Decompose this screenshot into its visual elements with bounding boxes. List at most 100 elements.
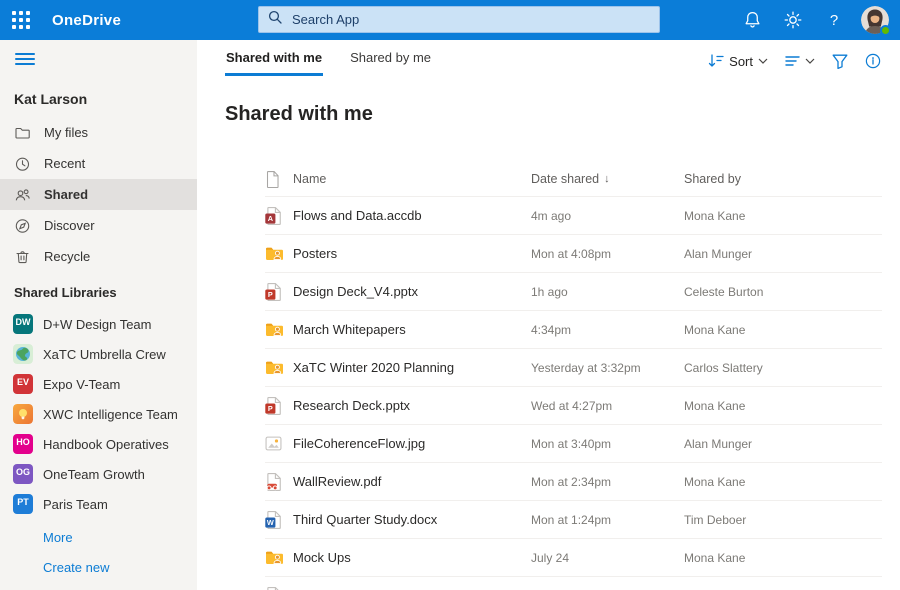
table-row[interactable]: Mock Ups July 24 Mona Kane bbox=[265, 538, 882, 576]
compass-icon bbox=[14, 218, 31, 234]
date-shared: July 24 bbox=[531, 551, 684, 565]
search-input[interactable] bbox=[290, 11, 650, 28]
library-badge: PT bbox=[13, 494, 33, 514]
library-item[interactable]: OG OneTeam Growth bbox=[0, 459, 197, 489]
table-row[interactable]: P Design Deck_V4.pptx 1h ago Celeste Bur… bbox=[265, 272, 882, 310]
date-shared: 1h ago bbox=[531, 285, 684, 299]
page-title: Shared with me bbox=[225, 103, 900, 126]
file-name: Mock Ups bbox=[293, 550, 531, 565]
library-item[interactable]: XaTC Umbrella Crew bbox=[0, 339, 197, 369]
column-date-shared[interactable]: Date shared ↓ bbox=[531, 172, 684, 186]
library-item[interactable]: DW D+W Design Team bbox=[0, 309, 197, 339]
filter-button[interactable] bbox=[827, 50, 853, 72]
bell-icon bbox=[744, 11, 761, 29]
shared-libraries-list: DW D+W Design Team XaTC Umbrella Crew EV… bbox=[0, 309, 197, 519]
table-row[interactable]: XaTC Winter 2020 Planning Yesterday at 3… bbox=[265, 348, 882, 386]
table-body: A Flows and Data.accdb 4m ago Mona Kane … bbox=[265, 196, 882, 590]
doc-icon[interactable] bbox=[265, 171, 293, 188]
date-shared: Yesterday at 3:32pm bbox=[531, 361, 684, 375]
sidebar-item[interactable]: Recent bbox=[0, 148, 197, 179]
library-badge: EV bbox=[13, 374, 33, 394]
shared-by: Mona Kane bbox=[684, 209, 882, 223]
file-name: Flows and Data.accdb bbox=[293, 208, 531, 223]
file-name: Posters bbox=[293, 246, 531, 261]
more-link[interactable]: More bbox=[0, 522, 197, 552]
library-label: D+W Design Team bbox=[43, 317, 152, 332]
svg-text:A: A bbox=[268, 214, 274, 223]
table-row[interactable]: WallReview.pdf Mon at 2:34pm Mona Kane bbox=[265, 462, 882, 500]
tab[interactable]: Shared with me bbox=[225, 50, 323, 76]
sidebar-item-label: Discover bbox=[44, 218, 95, 233]
library-item[interactable]: EV Expo V-Team bbox=[0, 369, 197, 399]
create-new-link[interactable]: Create new bbox=[0, 552, 197, 582]
sidebar-item[interactable]: Recycle bbox=[0, 241, 197, 272]
sort-button[interactable]: Sort bbox=[703, 50, 773, 72]
top-bar: OneDrive ? bbox=[0, 0, 900, 40]
library-badge: OG bbox=[13, 464, 33, 484]
notifications-button[interactable] bbox=[736, 4, 768, 36]
library-badge bbox=[13, 404, 33, 424]
presence-badge bbox=[880, 25, 891, 36]
file-name: XaTC Winter 2020 Planning bbox=[293, 360, 531, 375]
shared-by: Carlos Slattery bbox=[684, 361, 882, 375]
sidebar-item[interactable]: Discover bbox=[0, 210, 197, 241]
table-row[interactable]: March Whitepapers 4:34pm Mona Kane bbox=[265, 310, 882, 348]
sidebar-item[interactable]: My files bbox=[0, 117, 197, 148]
app-launcher-button[interactable] bbox=[3, 0, 39, 40]
table-row[interactable]: P Research Deck.pptx Wed at 4:27pm Mona … bbox=[265, 386, 882, 424]
settings-button[interactable] bbox=[777, 4, 809, 36]
help-icon: ? bbox=[830, 12, 838, 29]
sidebar-item[interactable]: Shared bbox=[0, 179, 197, 210]
pptx-icon: P bbox=[265, 397, 293, 415]
globe-icon bbox=[13, 344, 33, 364]
shared-by: Mona Kane bbox=[684, 551, 882, 565]
column-shared-by[interactable]: Shared by bbox=[684, 172, 882, 186]
sidebar-item-label: Recent bbox=[44, 156, 85, 171]
library-badge: HO bbox=[13, 434, 33, 454]
account-avatar[interactable] bbox=[861, 6, 889, 34]
library-item[interactable]: HO Handbook Operatives bbox=[0, 429, 197, 459]
table-row[interactable]: FileCoherenceFlow.jpg Mon at 3:40pm Alan… bbox=[265, 424, 882, 462]
library-label: Paris Team bbox=[43, 497, 108, 512]
library-label: XaTC Umbrella Crew bbox=[43, 347, 166, 362]
gear-icon bbox=[784, 11, 802, 29]
date-shared: Mon at 4:08pm bbox=[531, 247, 684, 261]
info-button[interactable] bbox=[860, 50, 886, 72]
table-row[interactable]: A Flows and Data.accdb 4m ago Mona Kane bbox=[265, 196, 882, 234]
chevron-down-icon bbox=[758, 58, 768, 64]
filter-icon bbox=[832, 54, 848, 69]
hamburger-icon bbox=[15, 53, 35, 55]
people-icon bbox=[14, 187, 31, 203]
view-options-button[interactable] bbox=[780, 50, 820, 72]
tab[interactable]: Shared by me bbox=[349, 50, 432, 76]
image-icon bbox=[265, 436, 293, 451]
table-row[interactable]: Posters Mon at 4:08pm Alan Munger bbox=[265, 234, 882, 272]
library-item[interactable]: XWC Intelligence Team bbox=[0, 399, 197, 429]
svg-text:P: P bbox=[268, 404, 273, 413]
shared-by: Tim Deboer bbox=[684, 513, 882, 527]
date-shared: 4m ago bbox=[531, 209, 684, 223]
folder-icon bbox=[265, 322, 293, 337]
sidebar-item-label: My files bbox=[44, 125, 88, 140]
help-button[interactable]: ? bbox=[818, 4, 850, 36]
search-box[interactable] bbox=[258, 6, 660, 33]
shared-by: Alan Munger bbox=[684, 247, 882, 261]
table-row[interactable]: UeoD Transition Animation.mov July 23 Ce… bbox=[265, 576, 882, 590]
library-badge bbox=[13, 344, 33, 364]
date-shared: Mon at 3:40pm bbox=[531, 437, 684, 451]
sort-icon bbox=[708, 54, 724, 68]
sort-desc-arrow: ↓ bbox=[604, 173, 610, 185]
svg-text:P: P bbox=[268, 290, 273, 299]
column-name[interactable]: Name bbox=[293, 172, 531, 186]
folder-icon bbox=[265, 360, 293, 375]
file-name: Third Quarter Study.docx bbox=[293, 512, 531, 527]
app-name[interactable]: OneDrive bbox=[52, 12, 121, 29]
main-content: Shared with me Shared by me Sort Shared … bbox=[197, 40, 900, 590]
user-name: Kat Larson bbox=[14, 91, 197, 107]
table-row[interactable]: W Third Quarter Study.docx Mon at 1:24pm… bbox=[265, 500, 882, 538]
sort-label: Sort bbox=[729, 54, 753, 69]
date-shared: 4:34pm bbox=[531, 323, 684, 337]
library-item[interactable]: PT Paris Team bbox=[0, 489, 197, 519]
shared-libraries-header: Shared Libraries bbox=[14, 285, 197, 300]
hamburger-menu-button[interactable] bbox=[15, 53, 35, 65]
